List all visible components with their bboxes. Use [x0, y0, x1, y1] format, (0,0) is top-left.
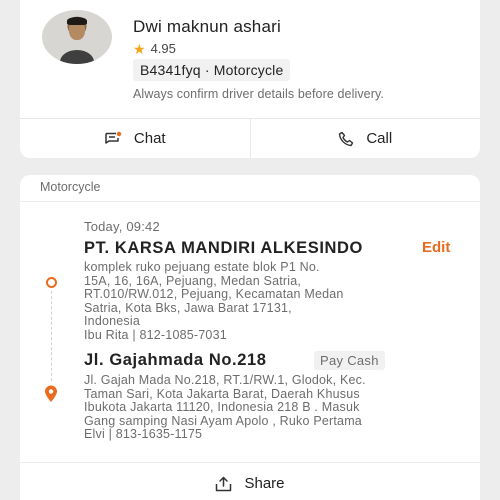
payment-badge: Pay Cash: [314, 351, 385, 370]
dropoff-contact: Elvi | 813-1635-1175: [84, 427, 203, 441]
address-line: Gang samping Nasi Ayam Apolo , Ruko Pert…: [84, 413, 362, 428]
dropoff-address: Jl. Gajah Mada No.218, RT.1/RW.1, Glodok…: [84, 373, 444, 442]
route-line: [51, 291, 52, 381]
call-label: Call: [366, 130, 393, 147]
driver-card: Dwi maknun ashari ★ 4.95 B4341fyq · Moto…: [20, 0, 480, 158]
address-line: komplek ruko pejuang estate blok P1 No.: [84, 260, 320, 274]
address-line: 15A, 16, 16A, Pejuang, Medan Satria,: [84, 273, 302, 288]
address-line: Satria, Kota Bks, Jawa Barat 17131,: [84, 300, 292, 315]
call-button[interactable]: Call: [249, 119, 481, 158]
dropoff-title: Jl. Gajahmada No.218: [84, 351, 267, 369]
plate-badge: B4341fyq · Motorcycle: [133, 59, 291, 81]
edit-pickup-link[interactable]: Edit: [422, 239, 450, 256]
address-line: Ibukota Jakarta 11120, Indonesia 218 B .…: [84, 400, 360, 414]
pickup-title: PT. KARSA MANDIRI ALKESINDO: [84, 239, 363, 257]
divider: [20, 201, 480, 202]
chat-label: Chat: [133, 130, 166, 147]
driver-actions: Chat Call: [20, 118, 480, 158]
pickup-address: komplek ruko pejuang estate blok P1 No. …: [84, 260, 444, 342]
share-button[interactable]: Share: [20, 462, 480, 500]
star-icon: ★: [133, 40, 146, 57]
order-time: Today, 09:42: [84, 219, 160, 234]
address-line: Taman Sari, Kota Jakarta Barat, Daerah K…: [84, 386, 360, 401]
chat-button[interactable]: Chat: [20, 119, 250, 158]
driver-rating: ★ 4.95: [133, 41, 176, 56]
chat-icon: [104, 131, 122, 147]
driver-note: Always confirm driver details before del…: [133, 87, 384, 101]
rating-value: 4.95: [150, 41, 176, 56]
pickup-contact: Ibu Rita | 812-1085-7031: [84, 327, 227, 342]
driver-name: Dwi maknun ashari: [133, 17, 281, 36]
driver-avatar[interactable]: [42, 10, 112, 64]
phone-icon: [338, 131, 354, 147]
address-line: Indonesia: [84, 314, 141, 328]
pickup-dot-icon: [46, 277, 57, 288]
address-line: Jl. Gajah Mada No.218, RT.1/RW.1, Glodok…: [84, 373, 366, 387]
order-card: Motorcycle Today, 09:42 PT. KARSA MANDIR…: [20, 175, 480, 500]
share-icon: [215, 476, 232, 492]
vehicle-type: Motorcycle: [40, 180, 101, 194]
address-line: RT.010/RW.012, Pejuang, Kecamatan Medan: [84, 287, 344, 301]
location-pin-icon: [44, 385, 58, 408]
share-label: Share: [244, 475, 285, 492]
